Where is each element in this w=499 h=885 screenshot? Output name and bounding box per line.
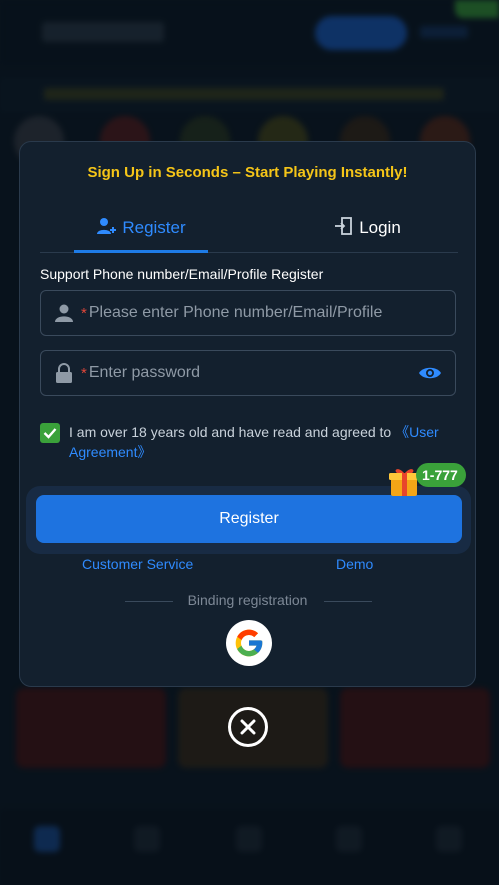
modal-headline: Sign Up in Seconds – Start Playing Insta… bbox=[87, 164, 408, 181]
phone-email-field[interactable]: * bbox=[40, 290, 456, 336]
binding-divider: Binding registration bbox=[20, 592, 475, 610]
password-input[interactable] bbox=[86, 364, 417, 382]
login-icon bbox=[333, 216, 359, 241]
tab-login[interactable]: Login bbox=[300, 204, 434, 252]
phone-email-input[interactable] bbox=[86, 304, 455, 322]
field-label: Support Phone number/Email/Profile Regis… bbox=[40, 266, 324, 282]
tab-login-label: Login bbox=[359, 218, 401, 237]
divider-line bbox=[324, 601, 372, 602]
divider-line bbox=[125, 601, 173, 602]
agreement-text: I am over 18 years old and have read and… bbox=[69, 422, 460, 462]
agreement-statement: I am over 18 years old and have read and… bbox=[69, 424, 396, 440]
google-login-button[interactable] bbox=[226, 620, 272, 666]
user-add-icon bbox=[96, 216, 122, 241]
tab-register-label: Register bbox=[122, 218, 186, 237]
lock-icon bbox=[53, 362, 75, 384]
signup-modal: Sign Up in Seconds – Start Playing Insta… bbox=[19, 141, 476, 687]
bonus-badge: 1-777 bbox=[416, 463, 466, 487]
register-button[interactable]: Register bbox=[36, 495, 462, 543]
close-modal-button[interactable] bbox=[228, 707, 268, 747]
password-field[interactable]: * bbox=[40, 350, 456, 396]
check-icon bbox=[43, 428, 57, 439]
agreement-row: I am over 18 years old and have read and… bbox=[40, 422, 460, 462]
binding-label: Binding registration bbox=[187, 592, 308, 608]
user-icon bbox=[53, 302, 75, 324]
close-icon bbox=[240, 719, 256, 735]
agreement-checkbox[interactable] bbox=[40, 423, 60, 443]
google-icon bbox=[235, 629, 263, 657]
customer-service-link[interactable]: Customer Service bbox=[82, 556, 193, 572]
tab-register[interactable]: Register bbox=[74, 204, 208, 253]
demo-link[interactable]: Demo bbox=[336, 556, 373, 572]
auth-tabs: Register Login bbox=[40, 204, 458, 253]
eye-icon[interactable] bbox=[417, 362, 443, 384]
footer-links: Customer Service Demo bbox=[20, 556, 475, 576]
